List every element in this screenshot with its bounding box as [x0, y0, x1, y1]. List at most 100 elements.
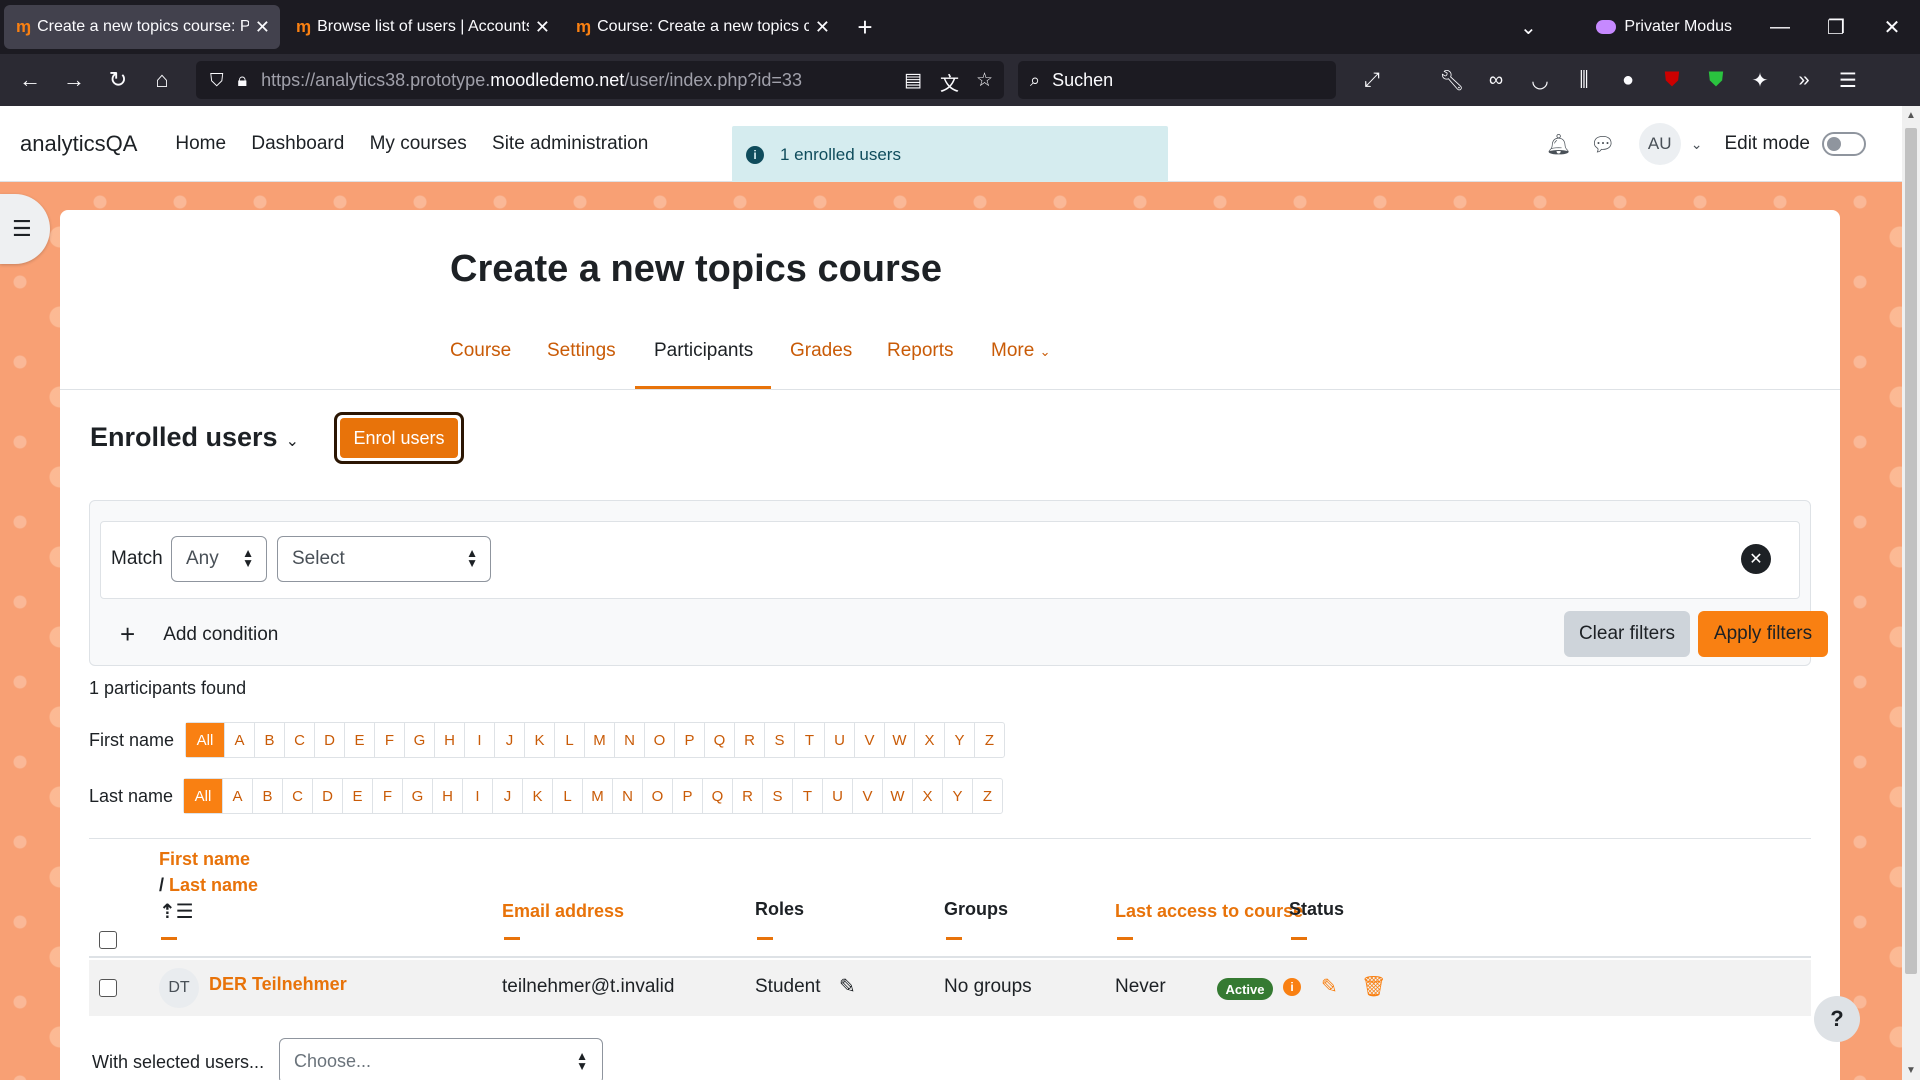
reload-icon[interactable]: ↻	[96, 67, 140, 93]
last-name-letter-l[interactable]: L	[552, 779, 582, 813]
edit-mode-toggle[interactable]	[1822, 132, 1866, 156]
apply-filters-button[interactable]: Apply filters	[1698, 611, 1828, 657]
last-name-letter-i[interactable]: I	[462, 779, 492, 813]
remove-condition-icon[interactable]: ✕	[1741, 544, 1771, 574]
overflow-chevron-icon[interactable]: »	[1782, 69, 1826, 92]
collapse-column-icon[interactable]	[161, 937, 177, 940]
last-name-letter-all[interactable]: All	[184, 779, 222, 813]
tab-participants[interactable]: Participants	[654, 340, 753, 362]
last-name-letter-y[interactable]: Y	[942, 779, 972, 813]
tab-more[interactable]: More ⌄	[991, 340, 1050, 362]
tab-course[interactable]: Course	[450, 340, 511, 362]
last-name-letter-j[interactable]: J	[492, 779, 522, 813]
lock-icon[interactable]: 🔒︎	[238, 70, 248, 91]
home-icon[interactable]: ⌂	[140, 67, 184, 93]
last-name-letter-e[interactable]: E	[342, 779, 372, 813]
last-name-letter-q[interactable]: Q	[702, 779, 732, 813]
new-tab-icon[interactable]: +	[840, 12, 890, 43]
browser-tab-1[interactable]: ɱ Create a new topics course: Part ✕	[4, 5, 280, 49]
nav-my-courses[interactable]: My courses	[370, 133, 467, 154]
user-avatar[interactable]: AU	[1638, 123, 1681, 165]
last-name-letter-k[interactable]: K	[522, 779, 552, 813]
tab-reports[interactable]: Reports	[887, 340, 954, 362]
add-condition-button[interactable]: + Add condition	[120, 619, 278, 650]
scroll-down-icon[interactable]: ▼	[1902, 1065, 1920, 1076]
first-name-letter-q[interactable]: Q	[704, 723, 734, 757]
browser-tab-2[interactable]: ɱ Browse list of users | Accounts | ✕	[284, 5, 560, 49]
tab-list-chevron-icon[interactable]: ⌄	[1500, 15, 1556, 40]
first-name-letter-o[interactable]: O	[644, 723, 674, 757]
enrolment-info-icon[interactable]: i	[1283, 978, 1301, 996]
scrollbar-thumb[interactable]	[1905, 128, 1917, 974]
messages-icon[interactable]: 💬︎	[1581, 132, 1625, 157]
first-name-letter-e[interactable]: E	[344, 723, 374, 757]
sort-last-name-link[interactable]: Last name	[169, 875, 258, 895]
sort-email-link[interactable]: Email address	[502, 901, 624, 922]
first-name-letter-b[interactable]: B	[254, 723, 284, 757]
first-name-letter-n[interactable]: N	[614, 723, 644, 757]
first-name-letter-i[interactable]: I	[464, 723, 494, 757]
first-name-letter-v[interactable]: V	[854, 723, 884, 757]
translate-icon[interactable]: 文	[940, 69, 959, 96]
last-name-letter-n[interactable]: N	[612, 779, 642, 813]
notifications-bell-icon[interactable]: 🔔︎	[1537, 132, 1581, 157]
sort-ascending-icon[interactable]: ⇡☰	[159, 899, 194, 924]
pocket-icon[interactable]: ◡	[1518, 68, 1562, 93]
sort-first-name-link[interactable]: First name	[159, 849, 250, 870]
bookmark-star-icon[interactable]: ☆	[976, 69, 993, 92]
first-name-letter-y[interactable]: Y	[944, 723, 974, 757]
last-name-letter-s[interactable]: S	[762, 779, 792, 813]
last-name-letter-d[interactable]: D	[312, 779, 342, 813]
last-name-letter-h[interactable]: H	[432, 779, 462, 813]
last-name-letter-p[interactable]: P	[672, 779, 702, 813]
last-name-letter-r[interactable]: R	[732, 779, 762, 813]
last-name-letter-c[interactable]: C	[282, 779, 312, 813]
last-name-letter-u[interactable]: U	[822, 779, 852, 813]
scroll-up-icon[interactable]: ▲	[1902, 110, 1920, 121]
url-bar[interactable]: ⛉ 🔒︎ https://analytics38.prototype. moodl…	[196, 61, 1004, 99]
user-menu-chevron-icon[interactable]: ⌄	[1691, 136, 1703, 153]
first-name-letter-m[interactable]: M	[584, 723, 614, 757]
nav-home[interactable]: Home	[175, 133, 226, 154]
restore-icon[interactable]: ❐	[1808, 15, 1864, 40]
fullscreen-icon[interactable]: ⤢	[1350, 69, 1394, 92]
last-name-letter-t[interactable]: T	[792, 779, 822, 813]
first-name-letter-a[interactable]: A	[224, 723, 254, 757]
bulk-action-select[interactable]: Choose... ▲ ▼	[279, 1038, 603, 1080]
tab-settings[interactable]: Settings	[547, 340, 616, 362]
first-name-letter-s[interactable]: S	[764, 723, 794, 757]
row-select-checkbox[interactable]	[99, 979, 117, 997]
first-name-letter-d[interactable]: D	[314, 723, 344, 757]
nav-site-administration[interactable]: Site administration	[492, 133, 648, 154]
last-name-letter-z[interactable]: Z	[972, 779, 1002, 813]
last-name-letter-b[interactable]: B	[252, 779, 282, 813]
collapse-column-icon[interactable]	[1117, 937, 1133, 940]
first-name-letter-p[interactable]: P	[674, 723, 704, 757]
clear-filters-button[interactable]: Clear filters	[1564, 611, 1690, 657]
last-name-letter-a[interactable]: A	[222, 779, 252, 813]
first-name-letter-w[interactable]: W	[884, 723, 914, 757]
last-name-letter-w[interactable]: W	[882, 779, 912, 813]
collapse-column-icon[interactable]	[504, 937, 520, 940]
match-select[interactable]: Any ▲ ▼	[171, 536, 267, 582]
first-name-letter-h[interactable]: H	[434, 723, 464, 757]
wrench-icon[interactable]: 🔧︎	[1430, 68, 1474, 93]
edit-enrolment-pencil-icon[interactable]: ✎	[1321, 974, 1338, 999]
close-tab-icon[interactable]: ✕	[255, 17, 270, 38]
first-name-letter-j[interactable]: J	[494, 723, 524, 757]
collapse-column-icon[interactable]	[946, 937, 962, 940]
browser-search-bar[interactable]: ⌕ Suchen	[1018, 61, 1336, 99]
first-name-letter-l[interactable]: L	[554, 723, 584, 757]
menu-hamburger-icon[interactable]: ☰	[1826, 68, 1870, 93]
last-name-letter-x[interactable]: X	[912, 779, 942, 813]
first-name-letter-g[interactable]: G	[404, 723, 434, 757]
extensions-icon[interactable]: ✦	[1738, 68, 1782, 93]
close-window-icon[interactable]: ✕	[1864, 15, 1920, 40]
minimize-icon[interactable]: —	[1752, 16, 1808, 39]
collapse-column-icon[interactable]	[1291, 937, 1307, 940]
filter-type-select[interactable]: Select ▲ ▼	[277, 536, 491, 582]
shield-icon[interactable]: ⛉	[210, 70, 224, 91]
shield-extension-icon[interactable]: ⛊	[1694, 69, 1738, 92]
first-name-letter-k[interactable]: K	[524, 723, 554, 757]
first-name-letter-x[interactable]: X	[914, 723, 944, 757]
